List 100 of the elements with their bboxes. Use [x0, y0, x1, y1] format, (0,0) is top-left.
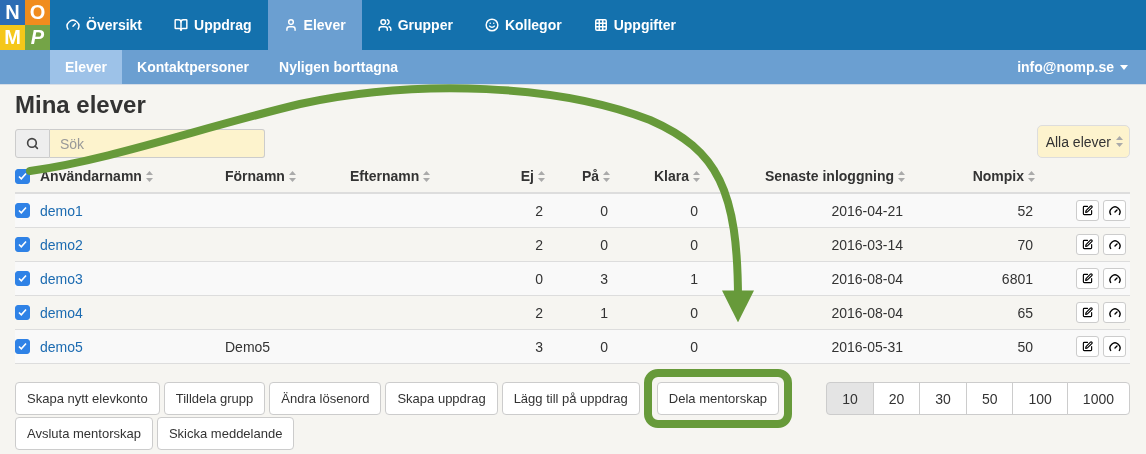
check-icon: [18, 240, 27, 249]
sort-icon: [1028, 170, 1035, 182]
logo-letter: O: [25, 0, 50, 25]
table-cell-text: 2: [534, 236, 544, 253]
table-cell-text: 2016-03-14: [830, 236, 904, 253]
column-header[interactable]: Efternamn: [350, 168, 495, 184]
username-link[interactable]: demo3: [40, 270, 83, 287]
column-header[interactable]: Senaste inloggning: [710, 168, 915, 184]
table-cell-text: 0: [689, 338, 699, 355]
column-header[interactable]: På: [555, 168, 620, 184]
edit-button[interactable]: [1076, 200, 1099, 221]
check-icon: [18, 308, 27, 317]
username-link[interactable]: demo1: [40, 202, 83, 219]
action-button[interactable]: Ändra lösenord: [269, 382, 382, 415]
edit-button[interactable]: [1076, 336, 1099, 357]
column-header[interactable]: Användarnamn: [40, 168, 225, 184]
stats-button[interactable]: [1103, 200, 1126, 221]
page-size-button[interactable]: 50: [965, 382, 1014, 415]
sort-icon: [693, 170, 700, 182]
table-cell-text: 2016-05-31: [830, 338, 904, 355]
username-link[interactable]: demo5: [40, 338, 83, 355]
edit-icon: [1082, 239, 1093, 250]
stats-button[interactable]: [1103, 268, 1126, 289]
action-button[interactable]: Skapa nytt elevkonto: [15, 382, 160, 415]
column-header[interactable]: Nompix: [915, 168, 1045, 184]
nav-tab[interactable]: Översikt: [50, 0, 159, 50]
table-cell-text: 6801: [1000, 270, 1034, 287]
page-size-button[interactable]: 20: [872, 382, 921, 415]
table-cell-text: 0: [689, 236, 699, 253]
action-button[interactable]: Avsluta mentorskap: [15, 417, 153, 450]
gauge-icon: [1108, 238, 1121, 251]
action-button[interactable]: Lägg till på uppdrag: [501, 382, 640, 415]
page-size-button[interactable]: 1000: [1066, 382, 1130, 415]
table-cell-text: 1: [689, 270, 699, 287]
table-cell-text: 0: [689, 202, 699, 219]
check-icon: [18, 274, 27, 283]
gauge-icon: [1108, 306, 1121, 319]
page-size-button[interactable]: 100: [1012, 382, 1068, 415]
page-size-button[interactable]: 10: [826, 382, 874, 415]
edit-icon: [1082, 205, 1093, 216]
column-header[interactable]: Förnamn: [225, 168, 350, 184]
book-icon: [174, 18, 189, 32]
table-cell-text: 1: [599, 304, 609, 321]
logo-letter: M: [0, 25, 25, 50]
filter-select[interactable]: Alla elever: [1036, 125, 1130, 158]
page-title: Mina elever: [15, 91, 147, 119]
column-header[interactable]: Ej: [495, 168, 555, 184]
edit-icon: [1082, 307, 1093, 318]
gauge-icon: [1108, 340, 1121, 353]
action-button[interactable]: Skicka meddelande: [156, 417, 295, 450]
row-checkbox[interactable]: [15, 339, 30, 354]
row-checkbox[interactable]: [15, 271, 30, 286]
table-cell-text: 2016-08-04: [830, 270, 904, 287]
gauge-icon: [1108, 204, 1121, 217]
table-cell-text: 50: [1016, 338, 1034, 355]
stats-button[interactable]: [1103, 234, 1126, 255]
username-link[interactable]: demo2: [40, 236, 83, 253]
sort-icon: [288, 170, 296, 182]
sort-icon: [898, 170, 905, 182]
edit-button[interactable]: [1076, 234, 1099, 255]
check-icon: [18, 206, 27, 215]
nav-tab[interactable]: Uppdrag: [158, 0, 268, 50]
sort-icon: [423, 170, 431, 182]
table-cell-text: 52: [1016, 202, 1034, 219]
sort-icon: [1116, 136, 1123, 147]
nav-tab[interactable]: Kollegor: [468, 0, 578, 50]
page-size-button[interactable]: 30: [919, 382, 967, 415]
logo-letter: N: [0, 0, 25, 25]
table-cell-text: 2: [534, 202, 544, 219]
action-button[interactable]: Skapa uppdrag: [385, 382, 498, 415]
sort-icon: [145, 170, 153, 182]
stats-button[interactable]: [1103, 302, 1126, 323]
search-icon: [26, 137, 39, 150]
sort-icon: [603, 170, 610, 182]
gauge-icon: [66, 18, 80, 32]
row-checkbox[interactable]: [15, 237, 30, 252]
column-header[interactable]: Klara: [620, 168, 710, 184]
nav-tab[interactable]: Grupper: [361, 0, 469, 50]
user-icon: [283, 18, 298, 32]
row-checkbox[interactable]: [15, 203, 30, 218]
username-link[interactable]: demo4: [40, 304, 83, 321]
row-checkbox[interactable]: [15, 305, 30, 320]
action-button[interactable]: Tilldela grupp: [163, 382, 266, 415]
table-cell-text: 70: [1016, 236, 1034, 253]
table-cell-text: 0: [689, 304, 699, 321]
check-icon: [18, 342, 27, 351]
table-cell-text: 3: [534, 338, 544, 355]
edit-icon: [1082, 341, 1093, 352]
smile-icon: [484, 18, 499, 32]
nav-tab[interactable]: Uppgifter: [577, 0, 692, 50]
edit-button[interactable]: [1076, 268, 1099, 289]
sort-icon: [538, 170, 545, 182]
edit-button[interactable]: [1076, 302, 1099, 323]
stats-button[interactable]: [1103, 336, 1126, 357]
table-cell-text: 0: [599, 338, 609, 355]
table-cell-text: 2016-08-04: [830, 304, 904, 321]
action-button[interactable]: Dela mentorskap: [656, 382, 780, 415]
logo-letter: P: [25, 25, 50, 50]
edit-icon: [1082, 273, 1093, 284]
table-cell-text: Demo5: [225, 338, 272, 355]
